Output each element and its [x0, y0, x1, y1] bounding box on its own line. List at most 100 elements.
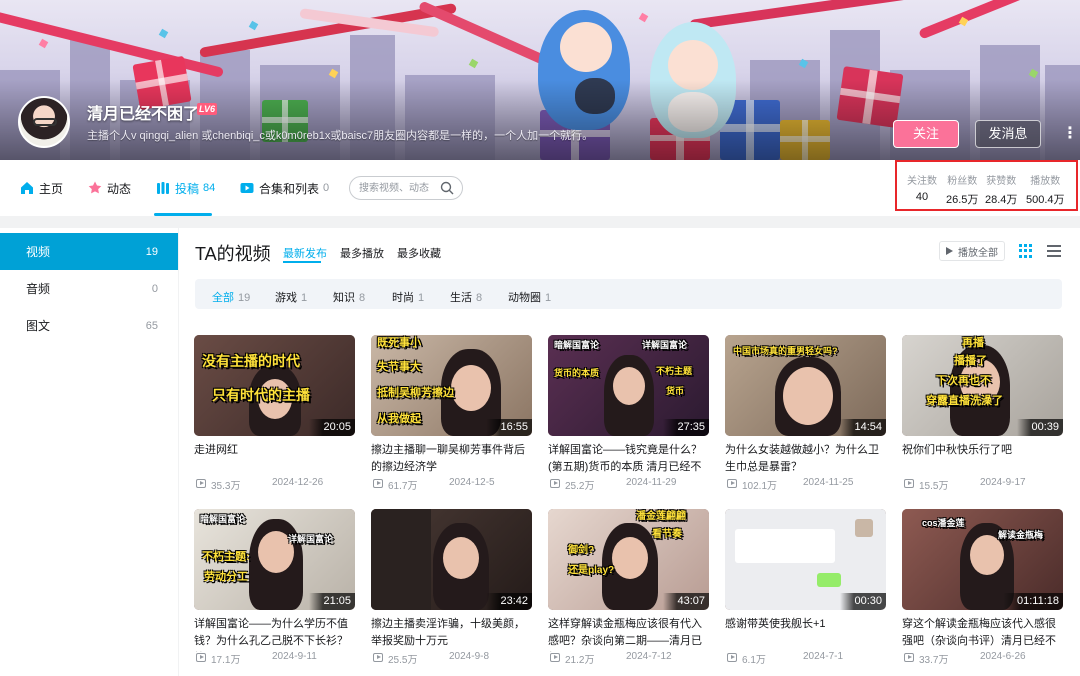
play-count-icon — [373, 653, 383, 662]
video-title[interactable]: 祝你们中秋快乐行了吧 — [902, 442, 1063, 478]
thumb-caption: 暗解国富论 — [554, 340, 600, 350]
sidebar-item-count: 19 — [145, 245, 158, 258]
stat-views: 播放数 500.4万 — [1026, 172, 1065, 207]
video-thumbnail[interactable]: 00:30 — [725, 509, 886, 610]
filter-game[interactable]: 游戏 1 — [275, 289, 307, 305]
play-count-icon — [373, 479, 383, 488]
video-duration: 20:05 — [309, 419, 355, 436]
play-count-icon — [904, 479, 914, 488]
stat-following[interactable]: 关注数 40 — [907, 172, 937, 203]
filter-knowledge[interactable]: 知识 8 — [333, 289, 365, 305]
play-count: 17.1万 — [211, 655, 241, 666]
video-title[interactable]: 为什么女装越做越小？为什么卫生巾总是暴雷？ — [725, 442, 886, 478]
search-input[interactable] — [359, 180, 443, 196]
sidebar-item-audio[interactable]: 音频 0 — [0, 270, 178, 307]
video-title[interactable]: 这样穿解读金瓶梅应该很有代入感吧？杂谈向第二期——清月已经不 — [548, 616, 709, 652]
thumb-caption: 看节奏 — [652, 529, 682, 540]
filter-count: 1 — [301, 292, 308, 304]
video-duration: 01:11:18 — [1002, 593, 1063, 610]
thumb-caption: 暗解国富论 — [200, 514, 246, 524]
play-count-icon — [196, 479, 206, 488]
publish-date: 2024-9-8 — [449, 651, 490, 662]
stat-value: 26.5万 — [946, 194, 979, 206]
play-all-button[interactable]: 播放全部 — [939, 241, 1005, 261]
grid-view-icon[interactable] — [1019, 244, 1033, 258]
video-title[interactable]: 擦边主播卖淫诈骗，十级美颜，举报奖励十万元 — [371, 616, 532, 652]
video-title[interactable]: 穿这个解读金瓶梅应该代入感很强吧（杂谈向书评）清月已经不困了 — [902, 616, 1063, 652]
video-thumbnail[interactable]: 中国市场真的重男轻女吗? 14:54 — [725, 335, 886, 436]
play-count: 21.2万 — [565, 655, 595, 666]
sidebar-item-label: 音频 — [26, 282, 51, 296]
filter-count: 8 — [476, 292, 483, 304]
video-thumbnail[interactable]: 既死事小 失节事大 抵制吴柳芳擦边 从我做起 16:55 — [371, 335, 532, 436]
play-icon — [946, 247, 953, 255]
tab-uploads-count: 84 — [203, 182, 216, 194]
play-count: 61.7万 — [388, 481, 418, 492]
video-meta: 17.1万 2024-9-11 — [194, 651, 355, 667]
video-duration: 00:39 — [1017, 419, 1063, 436]
thumb-caption: 抵制吴柳芳擦边 — [377, 387, 454, 399]
sort-most-played[interactable]: 最多播放 — [340, 245, 384, 261]
video-title[interactable]: 详解国富论——钱究竟是什么？(第五期)货币的本质 清月已经不困了 — [548, 442, 709, 478]
home-icon — [19, 180, 35, 196]
video-title[interactable]: 详解国富论——为什么学历不值钱？为什么孔乙己脱不下长衫？第 — [194, 616, 355, 652]
filter-all[interactable]: 全部 19 — [212, 289, 250, 305]
sidebar-item-article[interactable]: 图文 65 — [0, 307, 178, 344]
sort-most-favorited[interactable]: 最多收藏 — [397, 245, 441, 261]
filter-life[interactable]: 生活 8 — [450, 289, 482, 305]
video-title[interactable]: 擦边主播聊一聊吴柳芳事件背后的擦边经济学 — [371, 442, 532, 478]
video-duration: 14:54 — [840, 419, 886, 436]
search-icon[interactable] — [440, 181, 454, 195]
category-filter-bar — [195, 279, 1062, 309]
tab-uploads[interactable]: 投稿 84 — [155, 160, 215, 216]
video-thumbnail[interactable]: 暗解国富论 详解国富论 不朽主题: 劳动分工 21:05 — [194, 509, 355, 610]
video-title[interactable]: 感谢带英使我舰长+1 — [725, 616, 886, 652]
filter-label: 动物圈 — [508, 292, 541, 304]
stat-label: 播放数 — [1030, 176, 1061, 187]
video-thumbnail[interactable]: 再播 播播了 下次再也不 穿露直播洗澡了 00:39 — [902, 335, 1063, 436]
active-tab-indicator — [154, 213, 212, 216]
stat-value: 500.4万 — [1026, 194, 1065, 206]
video-title[interactable]: 走进网红 — [194, 442, 355, 478]
upload-icon — [155, 180, 171, 196]
sort-latest[interactable]: 最新发布 — [283, 245, 327, 261]
filter-animals[interactable]: 动物圈 1 — [508, 289, 551, 305]
video-thumbnail[interactable]: 暗解国富论 详解国富论 货币的本质 不朽主题 货币 27:35 — [548, 335, 709, 436]
follow-button[interactable]: 关注 — [893, 120, 959, 148]
filter-fashion[interactable]: 时尚 1 — [392, 289, 424, 305]
video-thumbnail[interactable]: 潘金莲翩翩 看节奏 御剑? 还是play? 43:07 — [548, 509, 709, 610]
collection-icon — [239, 180, 255, 196]
more-options-icon[interactable]: ⋮ — [1062, 122, 1078, 146]
filter-count: 8 — [359, 292, 366, 304]
thumb-caption: 货币 — [666, 386, 685, 396]
play-count-icon — [550, 479, 560, 488]
stat-label: 粉丝数 — [947, 176, 978, 187]
tab-collections-label: 合集和列表 — [259, 181, 320, 196]
sidebar-item-video[interactable]: 视频 19 — [0, 233, 178, 270]
stat-fans[interactable]: 粉丝数 26.5万 — [946, 172, 978, 207]
sort-indicator — [283, 261, 321, 263]
video-thumbnail[interactable]: cos潘金莲 解读金瓶梅 01:11:18 — [902, 509, 1063, 610]
video-duration: 00:30 — [840, 593, 886, 610]
video-thumbnail[interactable]: 没有主播的时代 只有时代的主播 20:05 — [194, 335, 355, 436]
stat-label: 关注数 — [907, 176, 937, 187]
sidebar-item-count: 0 — [151, 282, 158, 295]
search-box[interactable] — [349, 176, 463, 200]
video-thumbnail[interactable]: 23:42 — [371, 509, 532, 610]
play-count: 35.3万 — [211, 481, 241, 492]
filter-label: 时尚 — [392, 292, 414, 304]
publish-date: 2024-12-5 — [449, 477, 495, 488]
avatar[interactable] — [18, 96, 70, 148]
play-count-icon — [727, 653, 737, 662]
tab-collections[interactable]: 合集和列表 0 — [239, 160, 329, 216]
play-count-icon — [550, 653, 560, 662]
list-view-icon[interactable] — [1047, 244, 1061, 258]
publish-date: 2024-9-17 — [980, 477, 1026, 488]
video-meta: 25.5万 2024-9-8 — [371, 651, 532, 667]
tab-dynamic[interactable]: 动态 — [87, 160, 131, 216]
message-button[interactable]: 发消息 — [975, 120, 1041, 148]
thumb-caption: 解读金瓶梅 — [998, 530, 1044, 540]
tab-home[interactable]: 主页 — [19, 160, 63, 216]
thumb-caption: 还是play? — [568, 565, 615, 576]
filter-label: 生活 — [450, 292, 472, 304]
